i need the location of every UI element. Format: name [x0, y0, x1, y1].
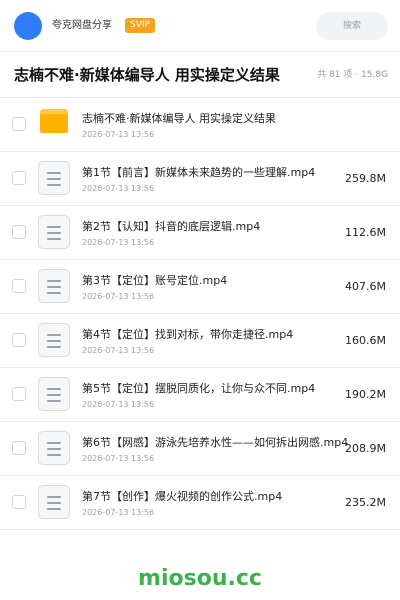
- folder-title-bar: 志楠不难·新媒体编导人 用实操定义结果 共 81 项 · 15.8G: [0, 52, 400, 98]
- video-file-icon: [38, 161, 70, 195]
- list-item[interactable]: 第3节【定位】账号定位.mp4 2026-07-13 13:56 407.6M: [0, 260, 400, 314]
- file-name: 第5节【定位】摆脱同质化，让你与众不同.mp4: [82, 382, 316, 395]
- watermark: miosou.cc: [138, 566, 262, 591]
- video-file-icon: [38, 431, 70, 465]
- row-checkbox[interactable]: [12, 441, 26, 455]
- list-item[interactable]: 第1节【前言】新媒体未来趋势的一些理解.mp4 2026-07-13 13:56…: [0, 152, 400, 206]
- folder-meta: 共 81 项 · 15.8G: [317, 70, 388, 80]
- file-size: 407.6M: [345, 280, 386, 293]
- file-date: 2026-07-13 13:56: [82, 346, 155, 355]
- file-date: 2026-07-13 13:56: [82, 400, 155, 409]
- video-file-icon: [38, 485, 70, 519]
- row-checkbox[interactable]: [12, 387, 26, 401]
- list-item[interactable]: 第4节【定位】找到对标，带你走捷径.mp4 2026-07-13 13:56 1…: [0, 314, 400, 368]
- file-size: 112.6M: [345, 226, 386, 239]
- video-file-icon: [38, 377, 70, 411]
- page-title: 志楠不难·新媒体编导人 用实操定义结果: [14, 66, 280, 84]
- video-file-icon: [38, 269, 70, 303]
- file-size: 190.2M: [345, 388, 386, 401]
- search-input[interactable]: 搜索: [316, 12, 388, 40]
- file-date: 2026-07-13 13:56: [82, 238, 155, 247]
- file-date: 2026-07-13 13:56: [82, 130, 155, 139]
- row-checkbox[interactable]: [12, 279, 26, 293]
- file-name: 第7节【创作】爆火视频的创作公式.mp4: [82, 490, 283, 503]
- file-date: 2026-07-13 13:56: [82, 454, 155, 463]
- folder-icon: [40, 109, 68, 133]
- file-date: 2026-07-13 13:56: [82, 292, 155, 301]
- file-date: 2026-07-13 13:56: [82, 508, 155, 517]
- file-name: 第6节【网感】游泳先培养水性——如何拆出网感.mp4: [82, 436, 349, 449]
- file-size: 208.9M: [345, 442, 386, 455]
- file-size: 160.6M: [345, 334, 386, 347]
- avatar[interactable]: [14, 12, 42, 40]
- file-name: 第4节【定位】找到对标，带你走捷径.mp4: [82, 328, 294, 341]
- file-size: 259.8M: [345, 172, 386, 185]
- share-header: 夸克网盘分享 SVIP 搜索: [0, 0, 400, 52]
- video-file-icon: [38, 215, 70, 249]
- file-name: 第1节【前言】新媒体未来趋势的一些理解.mp4: [82, 166, 316, 179]
- list-item[interactable]: 第7节【创作】爆火视频的创作公式.mp4 2026-07-13 13:56 23…: [0, 476, 400, 530]
- row-checkbox[interactable]: [12, 333, 26, 347]
- file-name: 第3节【定位】账号定位.mp4: [82, 274, 228, 287]
- list-item[interactable]: 第6节【网感】游泳先培养水性——如何拆出网感.mp4 2026-07-13 13…: [0, 422, 400, 476]
- share-owner-name: 夸克网盘分享: [52, 20, 112, 31]
- file-size: 235.2M: [345, 496, 386, 509]
- file-date: 2026-07-13 13:56: [82, 184, 155, 193]
- row-checkbox[interactable]: [12, 171, 26, 185]
- file-name: 志楠不难·新媒体编导人 用实操定义结果: [82, 112, 276, 125]
- row-checkbox[interactable]: [12, 495, 26, 509]
- file-name: 第2节【认知】抖音的底层逻辑.mp4: [82, 220, 261, 233]
- list-item[interactable]: 第2节【认知】抖音的底层逻辑.mp4 2026-07-13 13:56 112.…: [0, 206, 400, 260]
- video-file-icon: [38, 323, 70, 357]
- list-item[interactable]: 第5节【定位】摆脱同质化，让你与众不同.mp4 2026-07-13 13:56…: [0, 368, 400, 422]
- svip-badge: SVIP: [125, 18, 155, 33]
- list-item-folder[interactable]: 志楠不难·新媒体编导人 用实操定义结果 2026-07-13 13:56: [0, 98, 400, 152]
- row-checkbox[interactable]: [12, 225, 26, 239]
- row-checkbox[interactable]: [12, 117, 26, 131]
